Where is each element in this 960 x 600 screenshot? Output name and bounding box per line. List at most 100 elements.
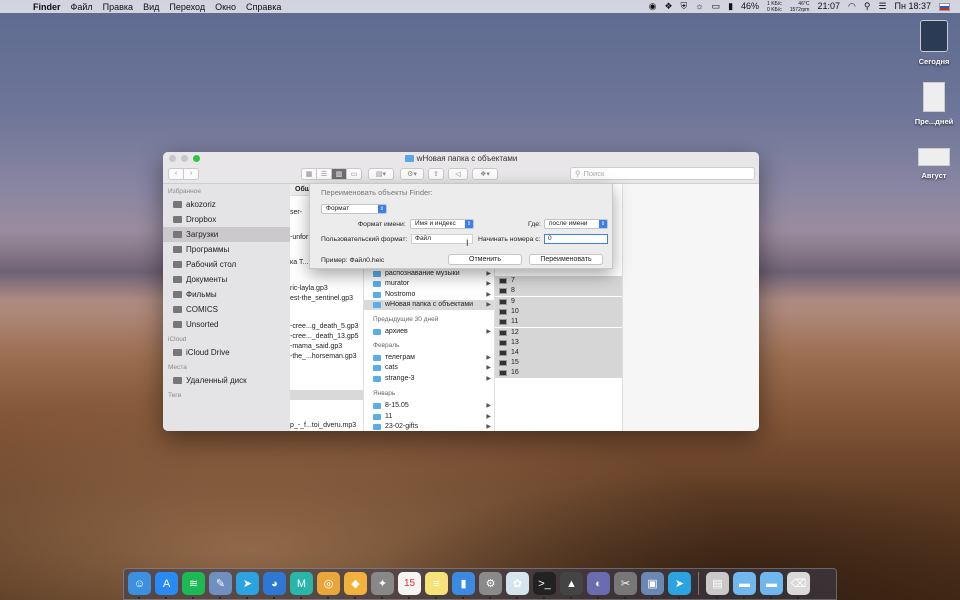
terminal-icon[interactable]: >_	[533, 572, 556, 599]
icon-view-button[interactable]: ▦	[301, 167, 317, 180]
column-view-button[interactable]: ▥	[331, 167, 347, 180]
list-item[interactable]: 8-15.05 ▶	[364, 401, 494, 411]
sketch-icon[interactable]: ◆	[344, 572, 367, 599]
battery-icon[interactable]: ▮	[728, 0, 733, 13]
list-item[interactable]: архиев ▶	[364, 327, 494, 337]
list-item[interactable]: strange-3 ▶	[364, 374, 494, 384]
app-store-icon[interactable]: A	[155, 572, 178, 599]
list-item[interactable]: -cree..._death_13.gp5	[290, 332, 363, 342]
desktop-icon-previous[interactable]: Пре...дней	[904, 82, 960, 126]
list-item[interactable]: -cree...g_death_5.gp3	[290, 322, 363, 332]
sidebar-item-documents[interactable]: Документы	[163, 272, 290, 287]
rename-button[interactable]: Переименовать	[529, 254, 603, 265]
list-item[interactable]: -mama_said.gp3	[290, 342, 363, 352]
sidebar-item-unsorted[interactable]: Unsorted	[163, 317, 290, 332]
finder-icon[interactable]: ☺	[128, 572, 151, 599]
where-select[interactable]: после имени ⇕	[544, 219, 608, 229]
mplus-icon[interactable]: M	[290, 572, 313, 599]
dropbox-menubar-icon[interactable]: ❖	[664, 0, 672, 13]
back-button[interactable]: ‹	[168, 167, 184, 180]
focus-icon[interactable]: ◉	[649, 0, 657, 13]
brightness-icon[interactable]: ☼	[695, 0, 703, 13]
list-item[interactable]: 11 ▶	[364, 412, 494, 422]
menu-view[interactable]: Вид	[143, 2, 159, 12]
list-item[interactable]: 8	[495, 286, 622, 296]
sidebar-item-applications[interactable]: Программы	[163, 242, 290, 257]
twitterrific-icon[interactable]: ◕	[263, 572, 286, 599]
list-item[interactable]: 10	[495, 307, 622, 317]
search-icon[interactable]: ⚲	[864, 0, 871, 13]
list-item[interactable]: Nostromo ▶	[364, 290, 494, 300]
desktop-icon-august[interactable]: Август	[904, 148, 960, 180]
title-bar[interactable]: wНовая папка с объектами	[163, 152, 759, 164]
sensor-stats[interactable]: 46°C 1572rpm	[790, 1, 810, 13]
trash-icon[interactable]: ⌫	[787, 572, 810, 599]
sidebar-item-downloads[interactable]: Загрузки	[163, 227, 290, 242]
sidebar-item-comics[interactable]: COMICS	[163, 302, 290, 317]
launchpad-icon[interactable]: ✦	[371, 572, 394, 599]
wifi-icon[interactable]: ◠	[848, 0, 856, 13]
menu-app-finder[interactable]: Finder	[33, 2, 61, 12]
list-item[interactable]: 12	[495, 328, 622, 338]
list-item[interactable]: murator ▶	[364, 279, 494, 289]
telegram-icon[interactable]: ➤	[236, 572, 259, 599]
gallery-view-button[interactable]: ▭	[346, 167, 362, 180]
digital-clock[interactable]: 21:07	[817, 0, 840, 13]
sidebar-item-icloud-drive[interactable]: iCloud Drive	[163, 345, 290, 360]
cancel-button[interactable]: Отменить	[448, 254, 522, 265]
menu-help[interactable]: Справка	[246, 2, 281, 12]
menu-go[interactable]: Переход	[169, 2, 205, 12]
list-item[interactable]: 15	[495, 358, 622, 368]
sidebar-item-dropbox[interactable]: Dropbox	[163, 212, 290, 227]
rename-mode-select[interactable]: Формат ⇕	[321, 204, 387, 214]
list-item[interactable]: распознавание музыки ▶	[364, 269, 494, 279]
list-item[interactable]: wНовая папка с объектами ▶	[364, 300, 494, 310]
datetime[interactable]: Пн 18:37	[895, 0, 931, 13]
dropbox-toolbar-icon[interactable]: ❖▾	[472, 167, 498, 180]
screenshot-icon[interactable]: ▣	[641, 572, 664, 599]
chrome-icon[interactable]: ◎	[317, 572, 340, 599]
menu-file[interactable]: Файл	[71, 2, 93, 12]
group-by-button[interactable]: ▤▾	[368, 167, 394, 180]
tag-icon[interactable]: ◁	[448, 167, 468, 180]
folder-stack-icon[interactable]: ▬	[733, 572, 756, 599]
desktop-icon-today[interactable]: Сегодня	[904, 20, 960, 66]
xcode-preview-icon[interactable]: ✎	[209, 572, 232, 599]
custom-format-input[interactable]: Файл	[411, 234, 473, 244]
shield-icon[interactable]: ⛨	[681, 0, 688, 13]
calendar-icon[interactable]: 15	[398, 572, 421, 599]
system-preferences-icon[interactable]: ⚙	[479, 572, 502, 599]
notes-icon[interactable]: ≡	[425, 572, 448, 599]
sidebar-item-remote-disc[interactable]: Удаленный диск	[163, 373, 290, 388]
start-number-input[interactable]: 0	[544, 234, 608, 244]
list-item[interactable]: est-the_sentinel.gp3	[290, 294, 363, 304]
spotify-icon[interactable]: ≋	[182, 572, 205, 599]
forward-button[interactable]: ›	[183, 167, 199, 180]
sidebar-item-desktop[interactable]: Рабочий стол	[163, 257, 290, 272]
share-icon[interactable]: ⇪	[428, 167, 444, 180]
search-field[interactable]: ⚲ Поиск	[570, 167, 755, 180]
sidebar-item-akozoriz[interactable]: akozoriz	[163, 197, 290, 212]
list-view-button[interactable]: ☰	[316, 167, 332, 180]
menu-window[interactable]: Окно	[215, 2, 236, 12]
list-item[interactable]: телеграм ▶	[364, 353, 494, 363]
toggle-icon[interactable]: ▭	[712, 0, 721, 13]
list-item[interactable]: 13	[495, 338, 622, 348]
list-item[interactable]: cats ▶	[364, 363, 494, 373]
firefox-icon[interactable]: ◐	[587, 572, 610, 599]
folder-stack-icon[interactable]: ▬	[760, 572, 783, 599]
list-item[interactable]: 16	[495, 368, 622, 378]
name-format-select[interactable]: Имя и индекс ⇕	[410, 219, 474, 229]
action-gear-icon[interactable]: ⚙▾	[400, 167, 424, 180]
installer-icon[interactable]: ▲	[560, 572, 583, 599]
sidebar-item-movies[interactable]: Фильмы	[163, 287, 290, 302]
network-stats[interactable]: 1 KБ/с 0 KБ/с	[767, 1, 782, 13]
scripts-icon[interactable]: ✂	[614, 572, 637, 599]
list-item[interactable]: 14	[495, 348, 622, 358]
bookmarks-icon[interactable]: ▮	[452, 572, 475, 599]
paw-icon[interactable]: ✿	[506, 572, 529, 599]
list-item[interactable]: ric-layla.gp3	[290, 284, 363, 294]
list-item[interactable]: p_-_f...toi_dveru.mp3	[290, 421, 363, 431]
list-item[interactable]: 11	[495, 317, 622, 327]
menu-extras-icon[interactable]: ☰	[878, 0, 886, 13]
